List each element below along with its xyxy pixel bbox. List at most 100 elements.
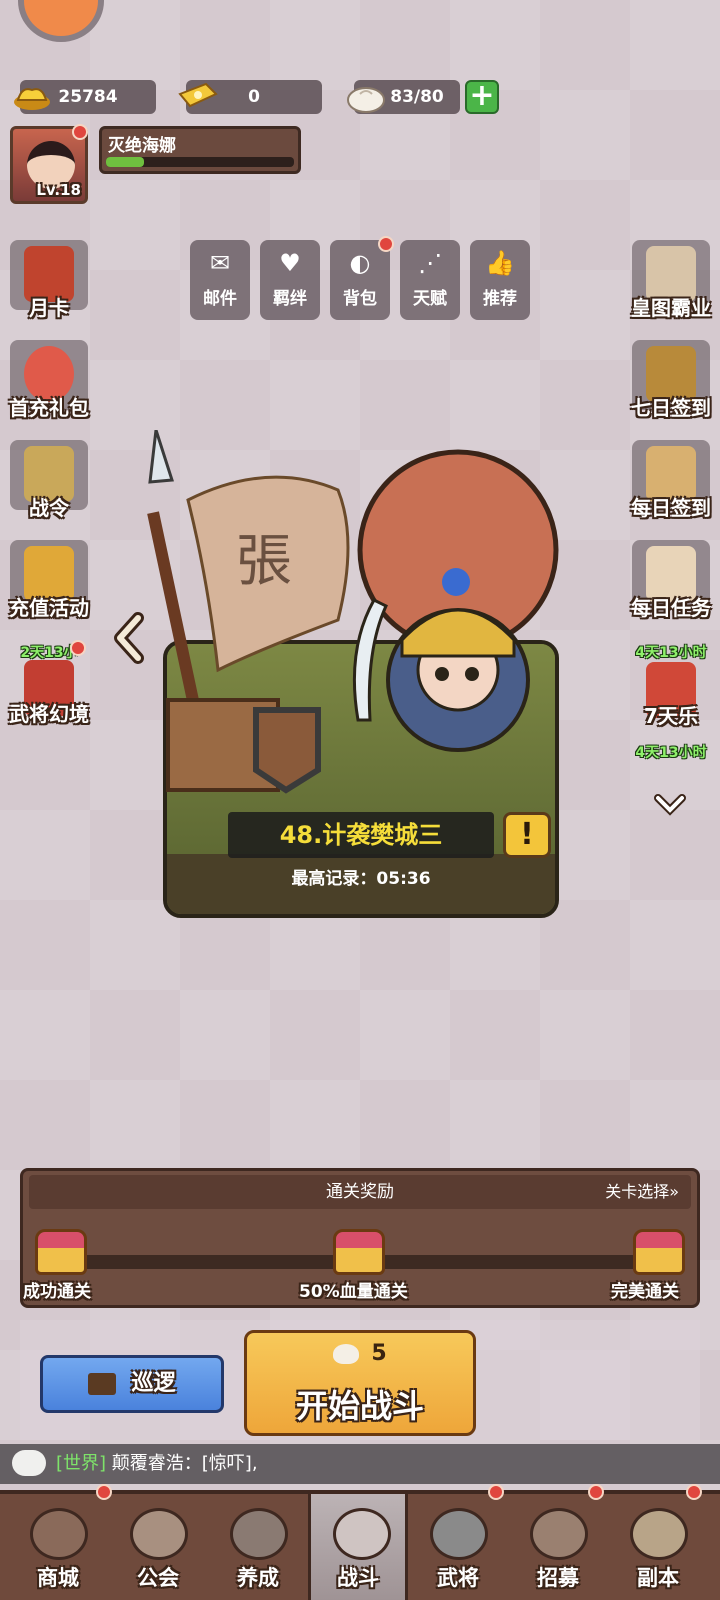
player-name: 灭绝海娜 [108, 136, 176, 156]
reward-chest-1[interactable] [35, 1229, 87, 1275]
first-recharge-label: 首充礼包 [9, 396, 89, 420]
ticket-counter: 0 [178, 80, 322, 114]
seven-day-signin-button[interactable]: 七日签到 [626, 340, 716, 428]
stage-name: 48.计袭樊城三 [228, 812, 494, 858]
map-icon [630, 1508, 688, 1560]
player-name-plate: 灭绝海娜 [99, 126, 301, 174]
best-record: 最高记录：05:36 [291, 869, 431, 889]
nav-dungeon-label: 副本 [637, 1566, 679, 1590]
nav-guild[interactable]: 公会 [108, 1494, 208, 1600]
nav-dungeon-notice-dot [686, 1484, 702, 1500]
general-illusion-label: 武将幻境 [9, 702, 89, 726]
thumbs-up-icon: 👍 [485, 249, 515, 277]
nav-train[interactable]: 养成 [208, 1494, 308, 1600]
start-battle-button[interactable]: 5 开始战斗 [244, 1330, 476, 1436]
bond-label: 羁绊 [273, 289, 307, 309]
rewards-header: 通关奖励 关卡选择» [29, 1175, 691, 1209]
monthly-card-label: 月卡 [29, 296, 69, 320]
reward-tier-3: 完美通关 [611, 1282, 679, 1302]
patrol-button[interactable]: 巡逻 [40, 1355, 224, 1413]
nav-generals[interactable]: 武将 [408, 1494, 508, 1600]
stage-select-link[interactable]: 关卡选择» [605, 1175, 679, 1209]
swirl-icon [230, 1508, 288, 1560]
stage-scene-art: 張 [138, 429, 578, 830]
xp-bar [106, 157, 294, 167]
mail-icon: ✉ [209, 249, 231, 277]
crossed-swords-icon [333, 1508, 391, 1560]
bond-button[interactable]: ♥ 羁绊 [260, 240, 320, 320]
heart-icon: ♥ [279, 249, 301, 277]
recharge-event-label: 充值活动 [9, 596, 89, 620]
nav-dungeon[interactable]: 副本 [608, 1494, 708, 1600]
battle-cost: 5 [247, 1341, 473, 1366]
rewards-title: 通关奖励 [326, 1182, 394, 1202]
mail-label: 邮件 [203, 289, 237, 309]
patrol-label: 巡逻 [131, 1371, 176, 1396]
nav-shop[interactable]: 商城 [8, 1494, 108, 1600]
battle-cost-value: 5 [371, 1341, 387, 1366]
ticket-amount: 0 [248, 87, 260, 107]
talent-button[interactable]: ⋰ 天赋 [400, 240, 460, 320]
start-battle-label: 开始战斗 [295, 1387, 424, 1425]
nav-guild-label: 公会 [137, 1566, 179, 1590]
bag-button[interactable]: ◐ 背包 [330, 240, 390, 320]
reward-chest-3[interactable] [633, 1229, 685, 1275]
nav-shop-notice-dot [96, 1484, 112, 1500]
nav-shop-label: 商城 [37, 1566, 79, 1590]
seven-day-fun-button[interactable]: 4天13小时 7天乐 [626, 640, 716, 728]
reward-tier-2: 50%血量通关 [299, 1282, 408, 1302]
add-stamina-button[interactable]: + [465, 80, 499, 114]
nav-generals-notice-dot [488, 1484, 504, 1500]
battle-pass-label: 战令 [29, 496, 69, 520]
svg-text:張: 張 [236, 529, 292, 594]
stamina-amount: 83/80 [390, 87, 444, 107]
patrol-flag-icon [88, 1373, 117, 1395]
emperor-label: 皇图霸业 [631, 296, 711, 320]
player-level: Lv.18 [36, 181, 81, 199]
first-recharge-button[interactable]: 首充礼包 [4, 340, 94, 428]
illusion-notice-dot [70, 640, 86, 656]
gold-counter: 25784 [14, 80, 156, 114]
chevron-down-icon[interactable] [650, 790, 690, 820]
daily-signin-label: 每日签到 [631, 496, 711, 520]
recruit-token-icon [530, 1508, 588, 1560]
helmet-icon [430, 1508, 488, 1560]
clear-rewards-panel: 通关奖励 关卡选择» 成功通关 50%血量通关 完美通关 [20, 1168, 700, 1308]
gold-amount: 25784 [58, 87, 118, 107]
nav-train-label: 养成 [237, 1566, 279, 1590]
crossed-swords-shield-icon [130, 1508, 188, 1560]
stamina-counter: 83/80 [347, 80, 460, 114]
stage-info-button[interactable]: ! [503, 812, 551, 858]
daily-task-label: 每日任务 [631, 596, 711, 620]
bag-icon: ◐ [349, 249, 371, 277]
more-event-button[interactable]: 4天13小时 [626, 740, 716, 780]
coin-icon [30, 1508, 88, 1560]
seven-day-fun-label: 7天乐 [644, 704, 698, 728]
talent-label: 天赋 [413, 289, 447, 309]
avatar-notice-dot [72, 124, 88, 140]
daily-signin-button[interactable]: 每日签到 [626, 440, 716, 528]
emperor-button[interactable]: 皇图霸业 [626, 240, 716, 328]
more-event-timer: 4天13小时 [635, 745, 707, 761]
recommend-label: 推荐 [483, 289, 517, 309]
nav-recruit[interactable]: 招募 [508, 1494, 608, 1600]
talent-icon: ⋰ [418, 249, 442, 277]
profile-corner-avatar[interactable] [18, 0, 104, 42]
reward-tier-1: 成功通关 [23, 1282, 91, 1302]
bag-label: 背包 [343, 289, 377, 309]
daily-task-button[interactable]: 每日任务 [626, 540, 716, 628]
steamed-bun-icon [333, 1344, 360, 1364]
nav-recruit-label: 招募 [537, 1566, 579, 1590]
nav-battle[interactable]: 战斗 [308, 1494, 408, 1600]
nav-recruit-notice-dot [588, 1484, 604, 1500]
world-chat-bar[interactable]: [世界] 颠覆睿浩：[惊吓], [0, 1444, 720, 1484]
chat-message: 颠覆睿浩：[惊吓], [111, 1453, 258, 1474]
nav-battle-label: 战斗 [337, 1566, 379, 1590]
battle-pass-button[interactable]: 战令 [4, 440, 94, 528]
recommend-button[interactable]: 👍 推荐 [470, 240, 530, 320]
recharge-event-button[interactable]: 充值活动 [4, 540, 94, 628]
chat-bubble-icon [12, 1450, 46, 1476]
mail-button[interactable]: ✉ 邮件 [190, 240, 250, 320]
monthly-card-button[interactable]: 月卡 [4, 240, 94, 328]
reward-chest-2[interactable] [333, 1229, 385, 1275]
